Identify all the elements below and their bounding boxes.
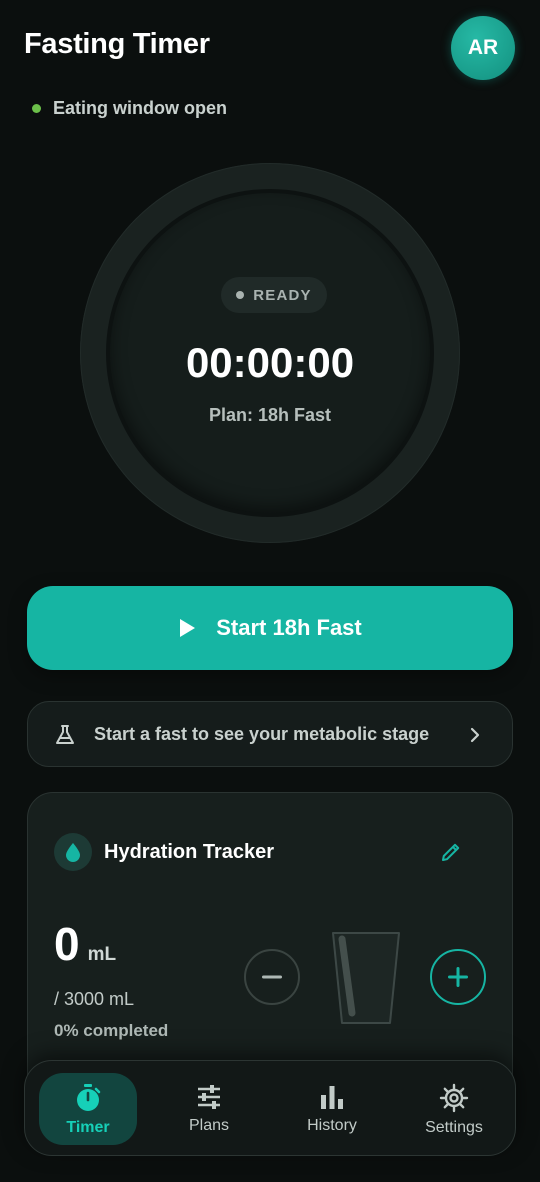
- minus-icon: [262, 975, 282, 979]
- header: Fasting Timer AR: [0, 0, 540, 100]
- nav-label-plans: Plans: [188, 1117, 230, 1134]
- play-icon: [180, 619, 196, 637]
- plus-icon: [448, 967, 468, 987]
- timer-dial-ring: READY 00:00:00 Plan: 18h Fast: [106, 189, 434, 517]
- water-drop-badge: [54, 833, 92, 871]
- status-text: Eating window open: [53, 98, 227, 118]
- increase-water-button[interactable]: [430, 949, 486, 1005]
- hydration-percent: 0% completed: [54, 1021, 169, 1040]
- timer-dial: READY 00:00:00 Plan: 18h Fast: [80, 163, 460, 543]
- pencil-icon[interactable]: [440, 841, 462, 863]
- hydration-amount: 0: [54, 918, 80, 970]
- timer-display: 00:00:00: [185, 339, 355, 386]
- bottom-navigation: Timer Plans History Settings: [24, 1060, 516, 1156]
- timer-state-badge: READY: [221, 277, 327, 313]
- metabolic-stage-text: Start a fast to see your metabolic stage: [94, 724, 430, 744]
- nav-label-history: History: [307, 1117, 357, 1134]
- sliders-icon: [198, 1085, 220, 1109]
- start-fast-label: Start 18h Fast: [216, 615, 362, 640]
- timer-dial-face: READY 00:00:00 Plan: 18h Fast: [110, 193, 430, 513]
- eating-status: Eating window open: [32, 98, 227, 119]
- nav-item-plans[interactable]: Plans: [160, 1073, 258, 1145]
- hydration-goal: / 3000 mL: [54, 989, 135, 1009]
- chevron-right-icon: [470, 727, 480, 743]
- nav-label-timer: Timer: [66, 1119, 110, 1136]
- bar-chart-icon: [321, 1086, 343, 1109]
- nav-item-timer[interactable]: Timer: [39, 1073, 137, 1145]
- flask-icon: [56, 725, 74, 744]
- plan-label: Plan: 18h Fast: [208, 405, 332, 425]
- water-glass-icon: [332, 932, 400, 1024]
- nav-item-history[interactable]: History: [283, 1073, 381, 1145]
- nav-label-settings: Settings: [425, 1119, 483, 1136]
- gear-icon: [439, 1083, 469, 1113]
- metabolic-stage-banner[interactable]: Start a fast to see your metabolic stage: [27, 701, 513, 767]
- hydration-amount-row: 0 mL: [54, 917, 116, 971]
- app-root: Fasting Timer AR Eating window open READ…: [0, 0, 540, 1182]
- stopwatch-icon: [77, 1084, 101, 1111]
- start-fast-button[interactable]: Start 18h Fast: [27, 586, 513, 670]
- nav-item-settings[interactable]: Settings: [405, 1073, 503, 1145]
- water-drop-icon: [66, 843, 80, 862]
- timer-state-label: READY: [253, 286, 312, 304]
- hydration-title: Hydration Tracker: [104, 841, 275, 863]
- decrease-water-button[interactable]: [244, 949, 300, 1005]
- page-title: Fasting Timer: [24, 28, 210, 60]
- status-dot-icon: [32, 104, 41, 113]
- avatar[interactable]: AR: [451, 16, 515, 80]
- state-dot-icon: [236, 291, 245, 299]
- hydration-unit: mL: [87, 944, 117, 965]
